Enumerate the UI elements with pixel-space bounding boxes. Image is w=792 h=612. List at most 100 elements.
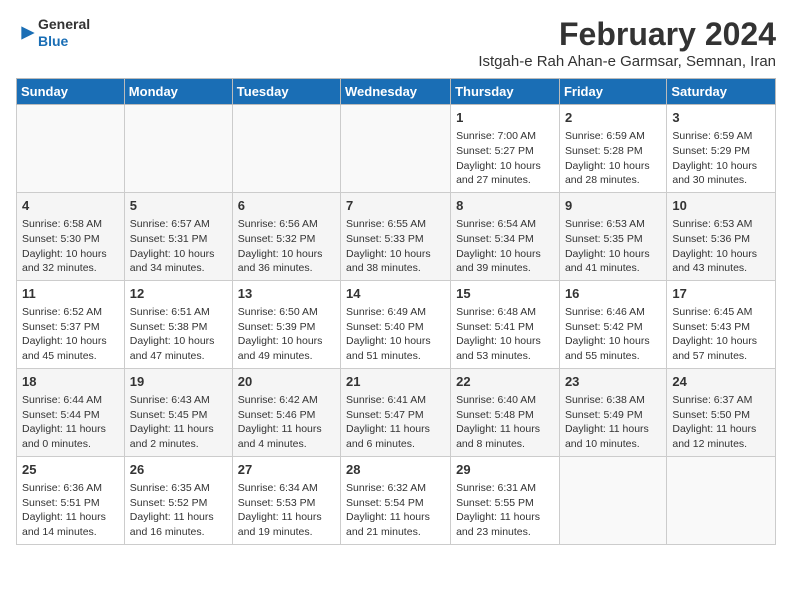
day-info: Sunrise: 6:59 AMSunset: 5:29 PMDaylight:… <box>672 129 770 188</box>
weekday-header: Monday <box>124 79 232 105</box>
day-info: Sunrise: 6:46 AMSunset: 5:42 PMDaylight:… <box>565 305 661 364</box>
calendar-title: February 2024 <box>478 16 776 53</box>
day-number: 10 <box>672 197 770 215</box>
calendar-cell: 20Sunrise: 6:42 AMSunset: 5:46 PMDayligh… <box>232 368 340 456</box>
calendar-week-row: 11 Sunrise: 6:52 AMSunset: 5:37 PMDayligh… <box>17 280 776 368</box>
day-number: 8 <box>456 197 554 215</box>
calendar-cell: 2 Sunrise: 6:59 AMSunset: 5:28 PMDaylight… <box>559 105 666 193</box>
calendar-cell: 19Sunrise: 6:43 AMSunset: 5:45 PMDayligh… <box>124 368 232 456</box>
day-info: Sunrise: 6:42 AMSunset: 5:46 PMDaylight:… <box>238 393 335 452</box>
day-info: Sunrise: 6:59 AMSunset: 5:28 PMDaylight:… <box>565 129 661 188</box>
day-number: 24 <box>672 373 770 391</box>
weekday-header: Saturday <box>667 79 776 105</box>
day-number: 11 <box>22 285 119 303</box>
weekday-header: Thursday <box>451 79 560 105</box>
day-number: 16 <box>565 285 661 303</box>
day-info: Sunrise: 6:53 AMSunset: 5:35 PMDaylight:… <box>565 217 661 276</box>
calendar-table: SundayMondayTuesdayWednesdayThursdayFrid… <box>16 78 776 545</box>
calendar-cell: 25 Sunrise: 6:36 AMSunset: 5:51 PMDayligh… <box>17 456 125 544</box>
day-info: Sunrise: 6:55 AMSunset: 5:33 PMDaylight:… <box>346 217 445 276</box>
day-number: 19 <box>130 373 227 391</box>
day-info: Sunrise: 6:34 AMSunset: 5:53 PMDaylight:… <box>238 481 335 540</box>
day-info: Sunrise: 6:49 AMSunset: 5:40 PMDaylight:… <box>346 305 445 364</box>
day-number: 23 <box>565 373 661 391</box>
calendar-cell <box>559 456 666 544</box>
day-number: 9 <box>565 197 661 215</box>
day-info: Sunrise: 6:53 AMSunset: 5:36 PMDaylight:… <box>672 217 770 276</box>
day-info: Sunrise: 6:37 AMSunset: 5:50 PMDaylight:… <box>672 393 770 452</box>
calendar-cell: 4 Sunrise: 6:58 AMSunset: 5:30 PMDaylight… <box>17 192 125 280</box>
calendar-cell: 15 Sunrise: 6:48 AMSunset: 5:41 PMDayligh… <box>451 280 560 368</box>
calendar-cell: 14 Sunrise: 6:49 AMSunset: 5:40 PMDayligh… <box>341 280 451 368</box>
day-info: Sunrise: 6:45 AMSunset: 5:43 PMDaylight:… <box>672 305 770 364</box>
day-number: 4 <box>22 197 119 215</box>
day-number: 15 <box>456 285 554 303</box>
day-number: 22 <box>456 373 554 391</box>
weekday-header: Wednesday <box>341 79 451 105</box>
day-number: 6 <box>238 197 335 215</box>
logo-icon <box>18 23 38 43</box>
weekday-header-row: SundayMondayTuesdayWednesdayThursdayFrid… <box>17 79 776 105</box>
calendar-subtitle: Istgah-e Rah Ahan-e Garmsar, Semnan, Ira… <box>478 53 776 70</box>
day-number: 1 <box>456 109 554 127</box>
day-number: 7 <box>346 197 445 215</box>
calendar-cell: 5 Sunrise: 6:57 AMSunset: 5:31 PMDaylight… <box>124 192 232 280</box>
day-info: Sunrise: 6:38 AMSunset: 5:49 PMDaylight:… <box>565 393 661 452</box>
day-info: Sunrise: 7:00 AMSunset: 5:27 PMDaylight:… <box>456 129 554 188</box>
calendar-cell: 27 Sunrise: 6:34 AMSunset: 5:53 PMDayligh… <box>232 456 340 544</box>
day-number: 21 <box>346 373 445 391</box>
day-info: Sunrise: 6:41 AMSunset: 5:47 PMDaylight:… <box>346 393 445 452</box>
calendar-cell: 26Sunrise: 6:35 AMSunset: 5:52 PMDayligh… <box>124 456 232 544</box>
calendar-cell: 7 Sunrise: 6:55 AMSunset: 5:33 PMDaylight… <box>341 192 451 280</box>
day-info: Sunrise: 6:40 AMSunset: 5:48 PMDaylight:… <box>456 393 554 452</box>
calendar-cell: 17 Sunrise: 6:45 AMSunset: 5:43 PMDayligh… <box>667 280 776 368</box>
calendar-cell: 10 Sunrise: 6:53 AMSunset: 5:36 PMDayligh… <box>667 192 776 280</box>
calendar-cell: 12Sunrise: 6:51 AMSunset: 5:38 PMDayligh… <box>124 280 232 368</box>
day-number: 5 <box>130 197 227 215</box>
calendar-week-row: 4 Sunrise: 6:58 AMSunset: 5:30 PMDaylight… <box>17 192 776 280</box>
day-info: Sunrise: 6:54 AMSunset: 5:34 PMDaylight:… <box>456 217 554 276</box>
page-header: General Blue February 2024 Istgah-e Rah … <box>16 16 776 70</box>
day-number: 2 <box>565 109 661 127</box>
day-number: 14 <box>346 285 445 303</box>
weekday-header: Tuesday <box>232 79 340 105</box>
day-info: Sunrise: 6:32 AMSunset: 5:54 PMDaylight:… <box>346 481 445 540</box>
calendar-cell: 22 Sunrise: 6:40 AMSunset: 5:48 PMDayligh… <box>451 368 560 456</box>
calendar-cell: 21 Sunrise: 6:41 AMSunset: 5:47 PMDayligh… <box>341 368 451 456</box>
day-info: Sunrise: 6:56 AMSunset: 5:32 PMDaylight:… <box>238 217 335 276</box>
calendar-cell: 3 Sunrise: 6:59 AMSunset: 5:29 PMDaylight… <box>667 105 776 193</box>
calendar-cell: 28Sunrise: 6:32 AMSunset: 5:54 PMDayligh… <box>341 456 451 544</box>
calendar-week-row: 18 Sunrise: 6:44 AMSunset: 5:44 PMDayligh… <box>17 368 776 456</box>
day-info: Sunrise: 6:50 AMSunset: 5:39 PMDaylight:… <box>238 305 335 364</box>
calendar-cell: 9 Sunrise: 6:53 AMSunset: 5:35 PMDaylight… <box>559 192 666 280</box>
calendar-cell: 18 Sunrise: 6:44 AMSunset: 5:44 PMDayligh… <box>17 368 125 456</box>
logo-text: General Blue <box>38 16 90 50</box>
calendar-cell: 11 Sunrise: 6:52 AMSunset: 5:37 PMDayligh… <box>17 280 125 368</box>
day-info: Sunrise: 6:48 AMSunset: 5:41 PMDaylight:… <box>456 305 554 364</box>
calendar-week-row: 1 Sunrise: 7:00 AMSunset: 5:27 PMDaylight… <box>17 105 776 193</box>
calendar-cell <box>124 105 232 193</box>
day-number: 25 <box>22 461 119 479</box>
day-number: 13 <box>238 285 335 303</box>
calendar-cell: 8 Sunrise: 6:54 AMSunset: 5:34 PMDaylight… <box>451 192 560 280</box>
day-info: Sunrise: 6:36 AMSunset: 5:51 PMDaylight:… <box>22 481 119 540</box>
calendar-cell: 16 Sunrise: 6:46 AMSunset: 5:42 PMDayligh… <box>559 280 666 368</box>
calendar-cell: 23 Sunrise: 6:38 AMSunset: 5:49 PMDayligh… <box>559 368 666 456</box>
day-info: Sunrise: 6:44 AMSunset: 5:44 PMDaylight:… <box>22 393 119 452</box>
day-number: 18 <box>22 373 119 391</box>
day-number: 29 <box>456 461 554 479</box>
day-number: 3 <box>672 109 770 127</box>
day-info: Sunrise: 6:58 AMSunset: 5:30 PMDaylight:… <box>22 217 119 276</box>
day-info: Sunrise: 6:31 AMSunset: 5:55 PMDaylight:… <box>456 481 554 540</box>
calendar-cell <box>232 105 340 193</box>
day-info: Sunrise: 6:35 AMSunset: 5:52 PMDaylight:… <box>130 481 227 540</box>
calendar-cell: 1 Sunrise: 7:00 AMSunset: 5:27 PMDaylight… <box>451 105 560 193</box>
calendar-week-row: 25 Sunrise: 6:36 AMSunset: 5:51 PMDayligh… <box>17 456 776 544</box>
day-number: 27 <box>238 461 335 479</box>
day-number: 17 <box>672 285 770 303</box>
calendar-cell: 24 Sunrise: 6:37 AMSunset: 5:50 PMDayligh… <box>667 368 776 456</box>
logo: General Blue <box>16 16 90 50</box>
weekday-header: Sunday <box>17 79 125 105</box>
day-info: Sunrise: 6:57 AMSunset: 5:31 PMDaylight:… <box>130 217 227 276</box>
day-info: Sunrise: 6:52 AMSunset: 5:37 PMDaylight:… <box>22 305 119 364</box>
